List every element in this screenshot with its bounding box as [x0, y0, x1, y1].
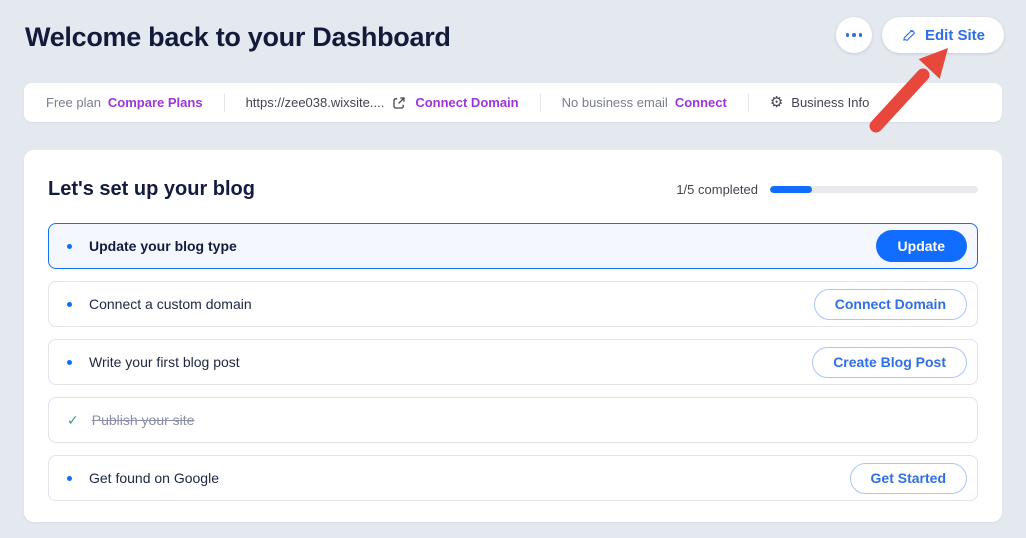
task-label: Get found on Google [89, 470, 219, 486]
plan-label: Free plan [46, 95, 101, 110]
connect-domain-button[interactable]: Connect Domain [814, 289, 967, 320]
task-row-update-blog-type[interactable]: Update your blog type Update [48, 223, 978, 269]
task-label: Update your blog type [89, 238, 237, 254]
progress-label: 1/5 completed [676, 182, 758, 197]
task-row-connect-domain[interactable]: Connect a custom domain Connect Domain [48, 281, 978, 327]
divider [224, 94, 225, 112]
pencil-icon [901, 27, 917, 43]
divider [540, 94, 541, 112]
check-icon: ✓ [67, 412, 79, 429]
update-button[interactable]: Update [876, 230, 967, 262]
bullet-icon [67, 302, 72, 307]
header-actions: Edit Site [836, 17, 1004, 53]
page-title: Welcome back to your Dashboard [25, 22, 451, 53]
setup-checklist-card: Let's set up your blog 1/5 completed Upd… [24, 150, 1002, 522]
bullet-icon [67, 244, 72, 249]
gear-icon: ⚙ [770, 95, 783, 110]
task-label: Write your first blog post [89, 354, 240, 370]
progress-fill [770, 186, 812, 193]
connect-email-link[interactable]: Connect [675, 95, 727, 110]
compare-plans-link[interactable]: Compare Plans [108, 95, 203, 110]
bullet-icon [67, 476, 72, 481]
business-email-status: No business email [562, 95, 668, 110]
progress-bar-track [770, 186, 978, 193]
bullet-icon [67, 360, 72, 365]
create-blog-post-button[interactable]: Create Blog Post [812, 347, 967, 378]
task-row-first-blog-post[interactable]: Write your first blog post Create Blog P… [48, 339, 978, 385]
business-info-link[interactable]: Business Info [791, 95, 869, 110]
task-label: Connect a custom domain [89, 296, 252, 312]
setup-card-title: Let's set up your blog [48, 178, 255, 201]
ellipsis-icon [846, 33, 863, 37]
edit-site-button[interactable]: Edit Site [882, 17, 1004, 53]
connect-domain-link[interactable]: Connect Domain [415, 95, 518, 110]
divider [748, 94, 749, 112]
external-link-icon[interactable] [392, 96, 406, 110]
site-url: https://zee038.wixsite.... [246, 95, 385, 110]
get-started-button[interactable]: Get Started [850, 463, 967, 494]
task-row-publish-site[interactable]: ✓ Publish your site [48, 397, 978, 443]
task-row-get-found-google[interactable]: Get found on Google Get Started [48, 455, 978, 501]
task-label: Publish your site [92, 412, 195, 428]
edit-site-label: Edit Site [925, 27, 985, 44]
more-options-button[interactable] [836, 17, 872, 53]
setup-card-header: Let's set up your blog 1/5 completed [48, 178, 978, 201]
progress-section: 1/5 completed [676, 182, 978, 197]
site-status-bar: Free plan Compare Plans https://zee038.w… [24, 83, 1002, 122]
